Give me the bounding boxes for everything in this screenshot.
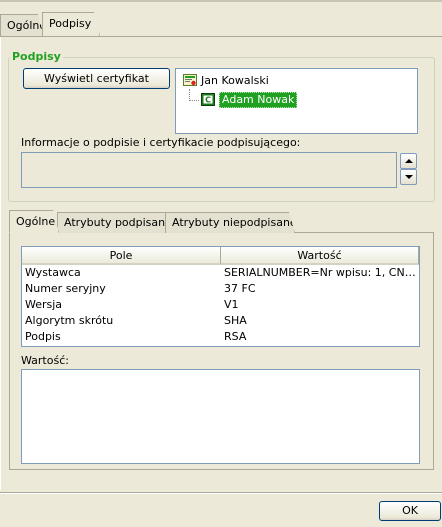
signature-info-label: Informacje o podpisie i certyfikacie pod… [21, 136, 301, 149]
scroll-up-button[interactable] [400, 153, 417, 169]
svg-text:C: C [205, 95, 211, 104]
table-cell-value: 37 FC [224, 282, 256, 295]
table-cell-value: RSA [224, 330, 247, 343]
tab-unsigned-attributes-label: Atrybuty niepodpisane [172, 216, 297, 229]
signed-document-icon [183, 73, 197, 86]
tab-unsigned-attributes[interactable]: Atrybuty niepodpisane [165, 212, 295, 233]
arrow-up-icon [405, 159, 413, 163]
table-cell-field: Wersja [25, 298, 63, 311]
table-cell-field: Numer seryjny [25, 282, 106, 295]
tab-signatures[interactable]: Podpisy [42, 12, 100, 36]
tab-signatures-label: Podpisy [49, 17, 92, 30]
tab-general-label: Ogólne [7, 19, 47, 32]
table-row[interactable]: Algorytm skrótu SHA [22, 313, 419, 329]
scroll-down-button[interactable] [400, 169, 417, 185]
tree-item-child[interactable]: C Adam Nowak [201, 92, 298, 108]
table-row[interactable]: Wystawca SERIALNUMBER=Nr wpisu: 1, CN=CE… [22, 265, 419, 281]
arrow-down-icon [405, 175, 413, 179]
tab-signed-attributes[interactable]: Atrybuty podpisane [57, 212, 172, 233]
ok-button[interactable]: OK [379, 501, 441, 521]
table-cell-field: Wystawca [25, 266, 81, 279]
tree-child-label: Adam Nowak [219, 92, 298, 108]
value-label: Wartość: [21, 354, 69, 367]
table-row[interactable]: Podpis RSA [22, 329, 419, 345]
table-cell-field: Podpis [25, 330, 61, 343]
top-tab-strip: Ogólne Podpisy [0, 12, 442, 36]
countersignature-icon: C [201, 92, 215, 106]
tab-general[interactable]: Ogólne [0, 14, 44, 36]
table-cell-value: SHA [224, 314, 247, 327]
tree-item-root[interactable]: Jan Kowalski [183, 73, 269, 89]
show-certificate-button[interactable]: Wyświetl certyfikat [23, 68, 170, 89]
table-cell-value: V1 [224, 298, 239, 311]
table-row[interactable]: Numer seryjny 37 FC [22, 281, 419, 297]
attributes-table[interactable]: Pole Wartość Wystawca SERIALNUMBER=Nr wp… [21, 246, 420, 347]
signature-tree[interactable]: Jan Kowalski C Adam Nowak [175, 68, 418, 134]
tab-details-general[interactable]: Ogólne [9, 210, 59, 233]
window-top-edge [0, 0, 442, 2]
bottom-divider-highlight [0, 493, 442, 494]
table-header: Pole Wartość [22, 247, 419, 265]
column-header-field[interactable]: Pole [22, 247, 221, 265]
signature-info-field[interactable] [21, 152, 397, 188]
signatures-group-title: Podpisy [10, 50, 63, 64]
table-cell-field: Algorytm skrótu [25, 314, 114, 327]
table-cell-value: SERIALNUMBER=Nr wpisu: 1, CN=CE... [224, 266, 417, 279]
tab-details-general-label: Ogólne [16, 215, 56, 228]
column-header-value[interactable]: Wartość [221, 247, 419, 265]
table-row[interactable]: Wersja V1 [22, 297, 419, 313]
tree-connector-horizontal [189, 100, 199, 101]
value-field[interactable] [21, 369, 420, 464]
tree-root-label: Jan Kowalski [201, 74, 269, 87]
tab-signed-attributes-label: Atrybuty podpisane [64, 216, 172, 229]
inner-tab-strip: Ogólne Atrybuty podpisane Atrybuty niepo… [9, 210, 434, 233]
